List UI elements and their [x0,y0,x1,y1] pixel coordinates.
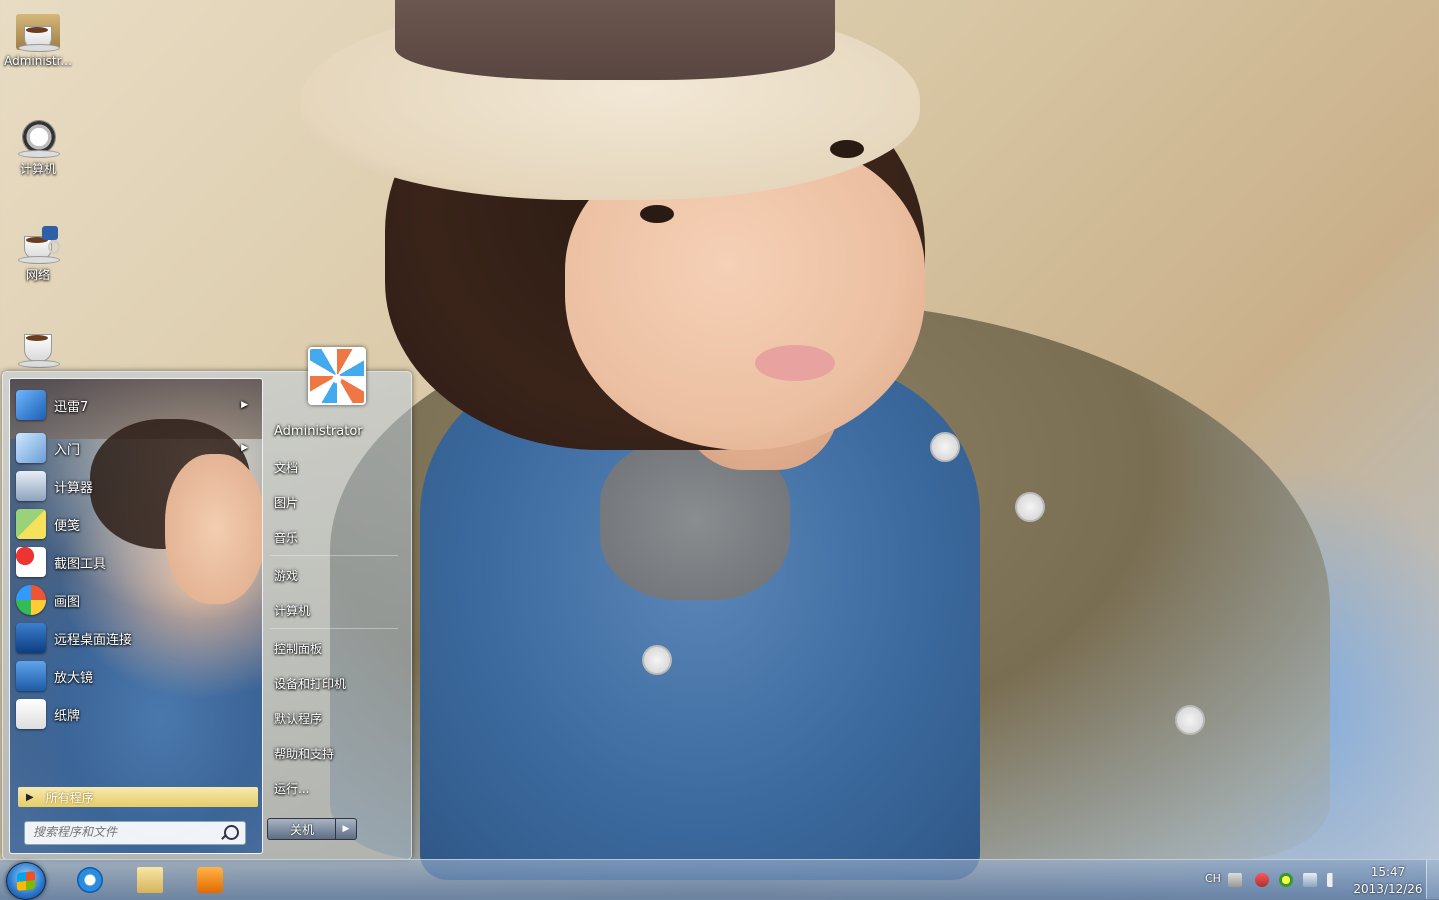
volume-icon[interactable] [1327,873,1341,887]
program-label: 放大镜 [54,670,94,686]
windows-logo-icon [17,871,35,891]
security-icon[interactable] [1279,873,1293,887]
tray-app-icon[interactable] [1255,873,1269,887]
wallpaper-button [1015,492,1045,522]
start-menu: 迅雷7 ▶ 入门 ▶ 计算器 便笺 截图工具 画图 远程桌面连接 放大镜 纸牌 … [2,371,412,860]
shutdown-label: 关机 [289,822,314,837]
start-right-default-programs[interactable]: 默认程序 [274,710,322,727]
separator [270,555,398,556]
start-right-music[interactable]: 音乐 [274,529,298,546]
all-programs-button[interactable]: ▶ 所有程序 [18,787,258,807]
program-label: 截图工具 [54,556,107,572]
calculator-icon [16,471,46,501]
start-right-help-support[interactable]: 帮助和支持 [274,745,334,762]
search-box[interactable] [24,821,246,845]
start-right-run[interactable]: 运行... [274,780,309,797]
expand-arrow-icon: ▶ [26,791,34,803]
program-item-calculator[interactable]: 计算器 [16,468,256,504]
program-item-getting-started[interactable]: 入门 ▶ [16,430,256,466]
start-right-control-panel[interactable]: 控制面板 [274,640,322,657]
media-player-icon [197,867,223,893]
user-folder-icon [16,10,60,54]
wallpaper-eye-left [640,205,674,223]
program-label: 纸牌 [54,708,81,724]
keyboard-icon[interactable] [1228,873,1242,887]
wallpaper-button [642,645,672,675]
program-label: 画图 [54,594,81,610]
clock[interactable]: 15:47 2013/12/26 [1348,864,1428,898]
program-label: 入门 [54,442,81,458]
program-item-sticky-notes[interactable]: 便笺 [16,506,256,542]
start-button[interactable] [6,862,46,900]
start-right-games[interactable]: 游戏 [274,567,298,584]
program-item-magnifier[interactable]: 放大镜 [16,658,256,694]
submenu-arrow-icon: ▶ [241,443,248,453]
magnifier-icon [16,661,46,691]
wallpaper-eye-right [830,140,864,158]
network-icon [16,222,60,266]
start-right-pictures[interactable]: 图片 [274,494,298,511]
clock-time: 15:47 [1370,865,1406,879]
start-right-devices-printers[interactable]: 设备和打印机 [274,675,346,692]
show-desktop-button[interactable] [1426,860,1439,899]
shutdown-options-button[interactable]: ▶ [335,818,357,840]
chevron-right-icon: ▶ [342,824,350,834]
submenu-arrow-icon: ▶ [241,400,248,410]
taskbar-windows-explorer[interactable] [124,862,176,898]
program-item-solitaire[interactable]: 纸牌 [16,696,256,732]
windows-explorer-icon [137,867,163,893]
program-label: 远程桌面连接 [54,632,133,648]
search-input[interactable] [25,822,223,842]
desktop-icon-user-folder[interactable]: Administr... [0,10,76,68]
wallpaper-button [1175,705,1205,735]
desktop-icon-recycle-bin[interactable] [0,328,76,372]
program-item-snipping-tool[interactable]: 截图工具 [16,544,256,580]
wallpaper-lips [755,345,835,381]
network-tray-icon[interactable] [1303,873,1317,887]
desktop-icon-label: 网络 [25,268,50,282]
desktop-icon-computer[interactable]: 计算机 [0,116,76,177]
computer-icon [16,116,60,160]
program-label: 迅雷7 [54,399,89,415]
separator [270,628,398,629]
program-item-thunder[interactable]: 迅雷7 ▶ [16,387,256,423]
start-right-documents[interactable]: 文档 [274,459,298,476]
program-label: 计算器 [54,480,94,496]
language-indicator[interactable]: CH [1205,872,1221,885]
program-label: 便笺 [54,518,81,534]
user-picture[interactable] [308,347,366,405]
taskbar-media-player[interactable] [184,862,236,898]
wallpaper-button [930,432,960,462]
desktop-icon-network[interactable]: 网络 [0,222,76,283]
solitaire-icon [16,699,46,729]
desktop-icon-label: Administr... [4,54,72,68]
shutdown-button[interactable]: 关机 [267,818,337,840]
internet-explorer-icon [77,867,103,893]
all-programs-label: 所有程序 [45,790,94,805]
taskbar-internet-explorer[interactable] [64,862,116,898]
desktop-icon-label: 计算机 [19,162,56,176]
getting-started-icon [16,433,46,463]
program-item-remote-desktop[interactable]: 远程桌面连接 [16,620,256,656]
clock-date: 2013/12/26 [1353,882,1423,896]
thunder-icon [16,390,46,420]
remote-desktop-icon [16,623,46,653]
recycle-bin-icon [16,328,60,372]
start-right-user[interactable]: Administrator [274,424,363,439]
program-item-paint[interactable]: 画图 [16,582,256,618]
paint-icon [16,585,46,615]
search-icon[interactable] [224,825,239,840]
snipping-tool-icon [16,547,46,577]
start-right-computer[interactable]: 计算机 [274,602,310,619]
sticky-notes-icon [16,509,46,539]
wallpaper-hatband [395,0,835,80]
programs-panel: 迅雷7 ▶ 入门 ▶ 计算器 便笺 截图工具 画图 远程桌面连接 放大镜 纸牌 … [9,378,263,854]
